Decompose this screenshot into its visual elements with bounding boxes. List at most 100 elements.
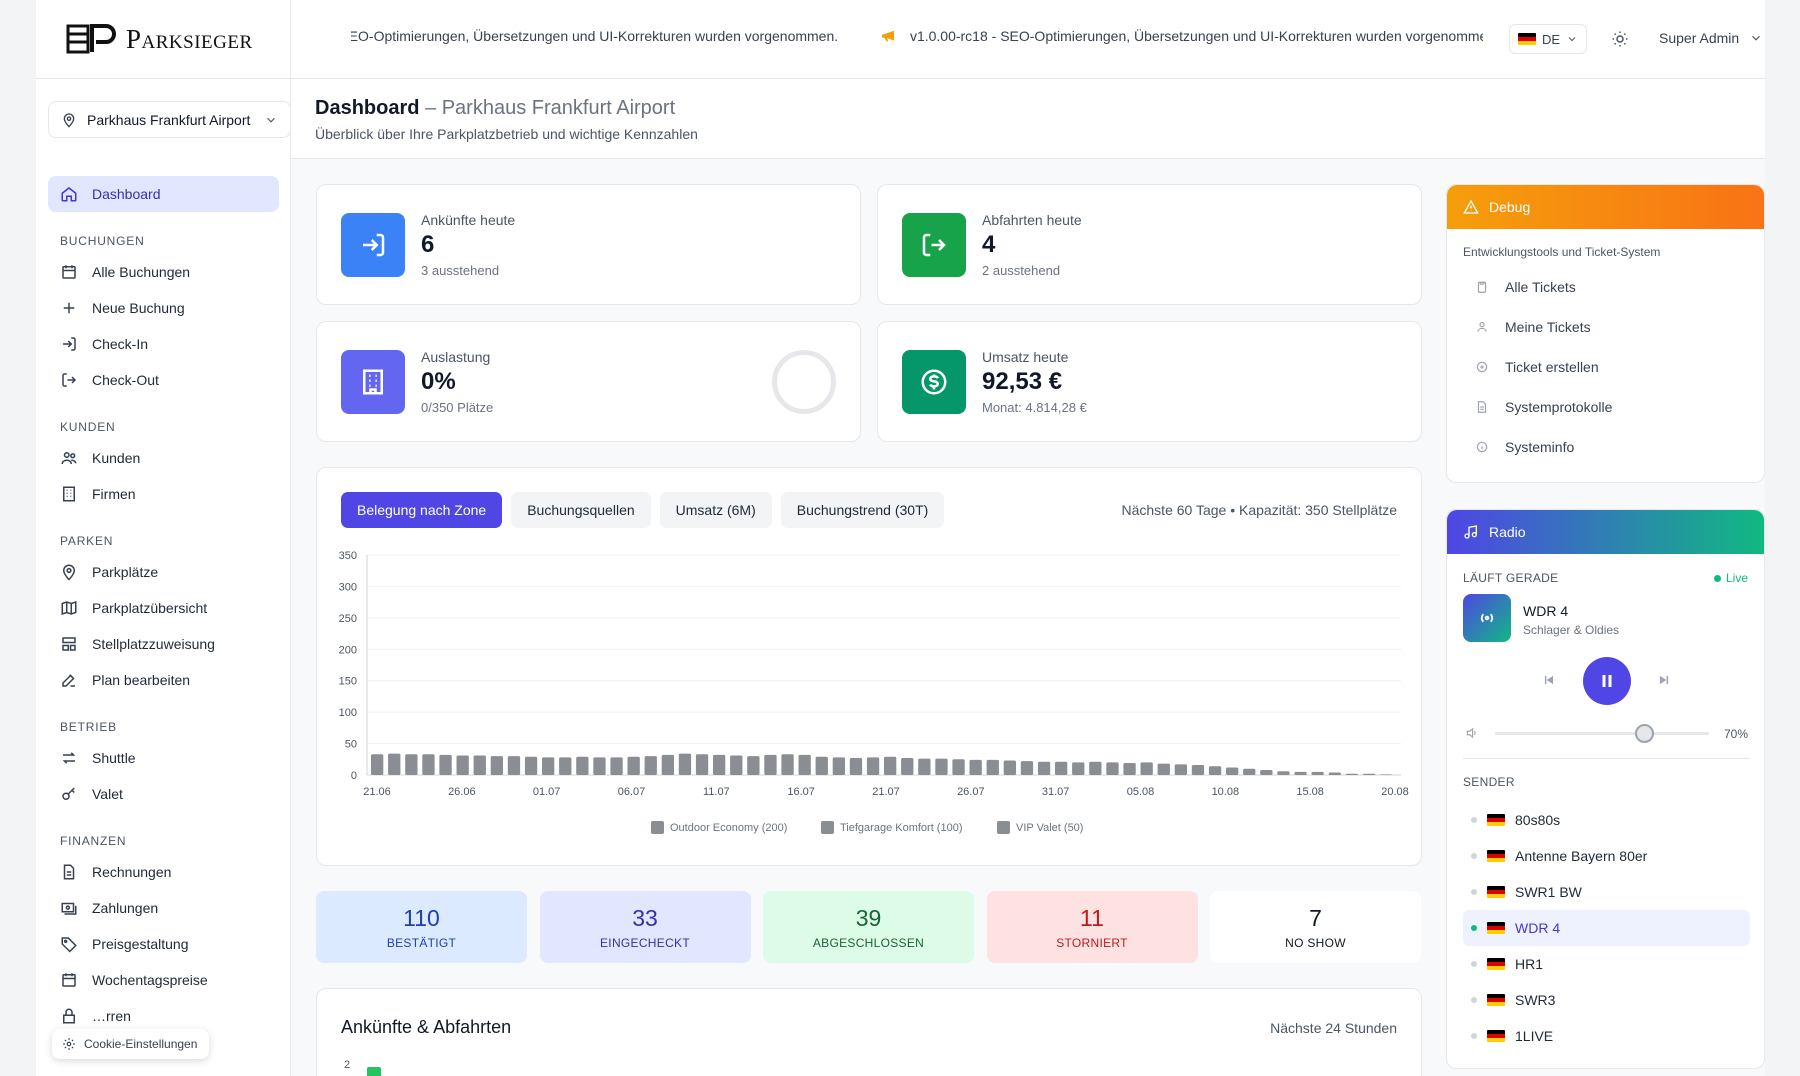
chart-bar[interactable] xyxy=(832,757,846,775)
debug-item-meine-tickets[interactable]: Meine Tickets xyxy=(1447,307,1764,347)
chart-bar[interactable] xyxy=(576,756,589,775)
chart-bar[interactable] xyxy=(1294,771,1307,775)
user-menu[interactable]: Super Admin xyxy=(1659,30,1763,46)
chart-bar[interactable] xyxy=(1072,762,1085,775)
chart-bar[interactable] xyxy=(695,754,709,775)
chart-bar[interactable] xyxy=(849,758,863,775)
chart-bar[interactable] xyxy=(1260,769,1273,775)
theme-toggle-button[interactable] xyxy=(1609,28,1631,50)
chart-bar[interactable] xyxy=(901,758,914,775)
chart-bar[interactable] xyxy=(1157,763,1170,775)
sidebar-item-rechnungen[interactable]: Rechnungen xyxy=(48,854,279,890)
chart-bar[interactable] xyxy=(969,759,982,775)
chart-bar[interactable] xyxy=(678,753,692,775)
chart-bar[interactable] xyxy=(1243,768,1256,775)
chart-bar[interactable] xyxy=(661,754,675,775)
sidebar-item-alle-buchungen[interactable]: Alle Buchungen xyxy=(48,254,279,290)
debug-item-systemprotokolle[interactable]: Systemprotokolle xyxy=(1447,387,1764,427)
sidebar-item-stellplatzzuweisung[interactable]: Stellplatzzuweisung xyxy=(48,626,279,662)
chart-bar[interactable] xyxy=(798,754,811,775)
chart-bar[interactable] xyxy=(1140,762,1153,775)
sidebar-item-valet[interactable]: Valet xyxy=(48,776,279,812)
sidebar-item-parkplätze[interactable]: Parkplätze xyxy=(48,554,279,590)
chart-bar[interactable] xyxy=(473,755,486,775)
chart-bar[interactable] xyxy=(371,754,384,775)
chart-bar[interactable] xyxy=(456,755,469,775)
chart-bar[interactable] xyxy=(644,756,657,775)
chart-bar[interactable] xyxy=(1277,771,1290,775)
status-count-abgeschlossen[interactable]: 39 ABGESCHLOSSEN xyxy=(763,891,974,963)
chart-bar[interactable] xyxy=(1328,772,1341,775)
chart-bar[interactable] xyxy=(1345,773,1359,775)
revenue-card[interactable]: Umsatz heute 92,53 € Monat: 4.814,28 € xyxy=(877,321,1422,442)
chart-bar[interactable] xyxy=(405,754,418,775)
chart-bar[interactable] xyxy=(781,754,794,775)
sidebar-item-preisgestaltung[interactable]: Preisgestaltung xyxy=(48,926,279,962)
chart-bar[interactable] xyxy=(507,756,521,775)
chart-bar[interactable] xyxy=(1003,760,1017,775)
volume-slider[interactable] xyxy=(1495,724,1709,743)
cookie-settings-button[interactable]: Cookie-Einstellungen xyxy=(52,1029,210,1059)
sidebar-item-dashboard[interactable]: Dashboard xyxy=(48,176,279,212)
chart-bar[interactable] xyxy=(1191,764,1205,775)
chart-bar[interactable] xyxy=(764,754,777,775)
sidebar-item-wochentagspreise[interactable]: Wochentagspreise xyxy=(48,962,279,998)
departures-card[interactable]: Abfahrten heute 4 2 ausstehend xyxy=(877,184,1422,305)
previous-button[interactable] xyxy=(1537,668,1561,692)
chart-bar[interactable] xyxy=(422,754,435,775)
chart-bar[interactable] xyxy=(1174,764,1188,775)
chart-bar[interactable] xyxy=(1020,761,1034,775)
sidebar-item-check-in[interactable]: Check-In xyxy=(48,326,279,362)
tab-booking-trend-30d[interactable]: Buchungstrend (30T) xyxy=(780,492,945,528)
chart-bar[interactable] xyxy=(986,759,999,775)
chart-bar[interactable] xyxy=(1089,761,1102,775)
chart-bar[interactable] xyxy=(1226,767,1239,775)
brand-logo[interactable]: Parksieger xyxy=(36,0,290,79)
tab-revenue-6m[interactable]: Umsatz (6M) xyxy=(659,492,772,528)
station-item[interactable]: SWR1 BW xyxy=(1463,874,1750,910)
chart-bar[interactable] xyxy=(952,759,965,775)
status-count-bestätigt[interactable]: 110 BESTÄTIGT xyxy=(316,891,527,963)
tab-booking-sources[interactable]: Buchungsquellen xyxy=(511,492,651,528)
chart-bar[interactable] xyxy=(918,758,931,775)
pause-button[interactable] xyxy=(1583,657,1631,705)
sidebar-item-parkplatzübersicht[interactable]: Parkplatzübersicht xyxy=(48,590,279,626)
station-item[interactable]: SWR3 xyxy=(1463,982,1750,1018)
legend-label[interactable]: Outdoor Economy (200) xyxy=(670,822,787,834)
debug-item-alle-tickets[interactable]: Alle Tickets xyxy=(1447,267,1764,307)
chart-bar[interactable] xyxy=(935,758,948,775)
language-select[interactable]: DE xyxy=(1509,24,1587,54)
chart-bar[interactable] xyxy=(542,757,555,775)
chart-bar[interactable] xyxy=(884,756,897,775)
chart-bar[interactable] xyxy=(747,756,760,775)
station-item[interactable]: HR1 xyxy=(1463,946,1750,982)
station-item[interactable]: Antenne Bayern 80er xyxy=(1463,838,1750,874)
station-item[interactable]: 80s80s xyxy=(1463,802,1750,838)
sidebar-item-firmen[interactable]: Firmen xyxy=(48,476,279,512)
chart-bar[interactable] xyxy=(1055,761,1068,775)
chart-bar[interactable] xyxy=(713,754,726,775)
chart-bar[interactable] xyxy=(559,757,572,775)
chart-bar[interactable] xyxy=(1123,763,1136,775)
sidebar-item-check-out[interactable]: Check-Out xyxy=(48,362,279,398)
tab-zone-occupancy[interactable]: Belegung nach Zone xyxy=(341,492,503,528)
chart-bar[interactable] xyxy=(1362,773,1376,775)
debug-item-ticket-erstellen[interactable]: Ticket erstellen xyxy=(1447,347,1764,387)
chart-bar[interactable] xyxy=(1208,766,1222,775)
sidebar-item-shuttle[interactable]: Shuttle xyxy=(48,740,279,776)
chart-bar[interactable] xyxy=(610,757,623,775)
chart-bar[interactable] xyxy=(524,756,538,775)
arrivals-card[interactable]: Ankünfte heute 6 3 ausstehend xyxy=(316,184,861,305)
sidebar-item-kunden[interactable]: Kunden xyxy=(48,440,279,476)
location-select[interactable]: Parkhaus Frankfurt Airport xyxy=(48,101,291,138)
legend-label[interactable]: Tiefgarage Komfort (100) xyxy=(840,822,962,834)
occupancy-card[interactable]: Auslastung 0% 0/350 Plätze xyxy=(316,321,861,442)
status-count-storniert[interactable]: 11 STORNIERT xyxy=(986,891,1198,963)
chart-bar[interactable] xyxy=(627,756,640,775)
debug-header[interactable]: Debug xyxy=(1447,185,1764,229)
sidebar-item-neue-buchung[interactable]: Neue Buchung xyxy=(48,290,279,326)
chart-bar[interactable] xyxy=(1379,774,1393,775)
chart-bar[interactable] xyxy=(866,757,880,775)
sidebar-item-zahlungen[interactable]: Zahlungen xyxy=(48,890,279,926)
station-item[interactable]: WDR 4 xyxy=(1463,910,1750,946)
